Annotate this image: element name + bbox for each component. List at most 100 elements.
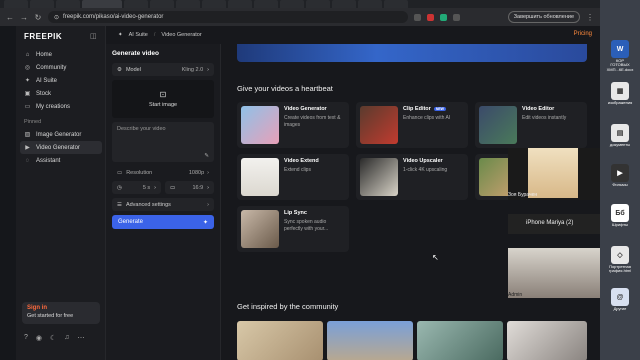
tool-card-clip-editor[interactable]: Clip Editor NEW Enhance clips with AI: [356, 102, 468, 148]
url-text: freepik.com/pikaso/ai-video-generator: [63, 14, 164, 20]
help-icon[interactable]: ?: [24, 334, 28, 342]
folder-icon: ▭: [24, 104, 31, 110]
participant-name: iPhone Mariya (2): [526, 220, 574, 226]
start-image-dropzone[interactable]: ⊡ Start image: [112, 80, 214, 118]
chevron-right-icon: ›: [207, 66, 209, 73]
participant-name: Admin: [508, 292, 523, 298]
sidebar-item-image-generator[interactable]: ▨ Image Generator: [20, 128, 102, 141]
notifications-icon[interactable]: ♫: [64, 334, 69, 342]
collapse-sidebar-icon[interactable]: ◫: [90, 32, 97, 40]
magic-wand-icon[interactable]: ✎: [204, 153, 209, 159]
resolution-selector[interactable]: ▭ Resolution 1080p ›: [112, 166, 214, 179]
generate-panel: Generate video ⚙ Model Kling 2.0 › ⊡ Sta…: [106, 44, 221, 360]
desktop-folder-icon[interactable]: ▶ Фильмы: [606, 164, 634, 187]
extension-icon[interactable]: [414, 13, 421, 21]
mouse-cursor-icon: ↖: [432, 253, 439, 262]
sidebar-item-assistant[interactable]: ◌ Assistant: [20, 154, 102, 167]
tool-card-video-generator[interactable]: Video Generator Create videos from text …: [237, 102, 349, 148]
more-icon[interactable]: ⋯: [78, 334, 85, 342]
sidebar-item-stock[interactable]: ▣ Stock: [20, 87, 102, 100]
breadcrumb-ai-suite[interactable]: AI Suite: [129, 32, 148, 38]
sparkle-icon: ✦: [24, 78, 31, 84]
pinned-heading: Pinned: [24, 119, 42, 125]
resolution-icon: ▭: [117, 169, 123, 176]
clock-icon: ◷: [117, 184, 122, 191]
desktop-file-icon[interactable]: W КОР ГОТОВЫХ ХМП...КЕ.docx: [606, 40, 634, 72]
theme-icon[interactable]: ☾: [50, 334, 56, 342]
advanced-settings[interactable]: ☰ Advanced settings ›: [112, 198, 214, 211]
participant-video: [528, 148, 578, 198]
call-tile-2[interactable]: iPhone Mariya (2): [508, 214, 600, 234]
address-bar[interactable]: ⊙ freepik.com/pikaso/ai-video-generator: [48, 11, 408, 23]
hero-banner: [237, 44, 587, 62]
extension-icon[interactable]: [440, 13, 447, 21]
desktop-folder-icon[interactable]: ▦ изображения: [606, 82, 634, 105]
generate-button[interactable]: Generate ✦: [112, 215, 214, 229]
chevron-right-icon: ›: [154, 184, 156, 191]
tool-card-video-editor[interactable]: Video Editor Edit videos instantly: [475, 102, 587, 148]
sidebar-item-video-generator[interactable]: ▶ Video Generator: [20, 141, 102, 154]
home-icon: ⌂: [25, 51, 30, 58]
breadcrumb-separator: /: [153, 32, 156, 38]
browser-tab-strip[interactable]: [0, 0, 600, 8]
forward-icon[interactable]: →: [20, 13, 28, 22]
main-content: Give your videos a heartbeat Video Gener…: [222, 44, 600, 360]
duration-selector[interactable]: ◷ 5 s ›: [112, 181, 161, 194]
community-image[interactable]: [417, 321, 503, 360]
aspect-icon: ▭: [170, 184, 176, 191]
chevron-right-icon: ›: [207, 184, 209, 191]
panel-title: Generate video: [112, 50, 159, 57]
pricing-link[interactable]: Pricing: [574, 31, 592, 37]
discord-icon[interactable]: ◉: [36, 334, 42, 342]
desktop-folder-icon[interactable]: Бб Шрифты: [606, 204, 634, 227]
aspect-ratio-selector[interactable]: ▭ 16:9 ›: [165, 181, 214, 194]
extension-icon[interactable]: [453, 13, 460, 21]
signin-subtitle: Get started for free: [27, 313, 74, 319]
sliders-icon: ☰: [117, 201, 122, 208]
description-input[interactable]: Describe your video ✎: [112, 122, 214, 162]
image-icon: ▣: [24, 91, 31, 97]
video-icon: ▶: [25, 145, 30, 151]
signin-link[interactable]: Sign in: [27, 305, 95, 311]
community-image[interactable]: [237, 321, 323, 360]
image-generator-icon: ▨: [24, 132, 31, 138]
participant-name: Зоя Бурачен: [508, 192, 538, 198]
site-info-icon[interactable]: ⊙: [54, 14, 59, 21]
call-tile-1[interactable]: Зоя Бурачен: [508, 148, 600, 200]
signin-card[interactable]: Sign in Get started for free: [22, 302, 100, 324]
tool-card-video-extend[interactable]: Video Extend Extend clips: [237, 154, 349, 200]
breadcrumb-video-generator[interactable]: Video Generator: [161, 32, 201, 38]
sidebar-item-my-creations[interactable]: ▭ My creations: [20, 100, 102, 113]
sidebar-item-home[interactable]: ⌂ Home: [20, 48, 102, 61]
tool-card-lip-sync[interactable]: Lip Sync Sync spoken audio perfectly wit…: [237, 206, 349, 252]
menu-icon[interactable]: ⋮: [586, 13, 594, 22]
duration-aspect-row: ◷ 5 s › ▭ 16:9 ›: [112, 181, 214, 194]
tool-thumbnail: [241, 210, 279, 248]
extension-icon[interactable]: [427, 13, 434, 21]
chevron-right-icon: ›: [207, 169, 209, 176]
model-icon: ⚙: [117, 66, 122, 73]
sidebar-bottom-icons: ? ◉ ☾ ♫ ⋯: [24, 334, 85, 342]
tool-card-video-upscaler[interactable]: Video Upscaler 1-click 4K upscaling: [356, 154, 468, 200]
call-tile-3[interactable]: Admin: [508, 248, 600, 298]
reload-icon[interactable]: ↻: [34, 13, 42, 22]
desktop-file-icon[interactable]: ◇ Портретная графия.html: [606, 246, 634, 274]
resolution-value: 1080p: [188, 169, 205, 176]
sparkle-icon: ✦: [118, 32, 123, 38]
sidebar-item-community[interactable]: ◎ Community: [20, 61, 102, 74]
tool-thumbnail: [360, 106, 398, 144]
upload-icon: ⊡: [159, 90, 167, 99]
update-browser-button[interactable]: Завершить обновление: [507, 11, 580, 23]
tool-thumbnail: [479, 106, 517, 144]
community-image[interactable]: [327, 321, 413, 360]
sidebar-nav: ⌂ Home ◎ Community ✦ AI Suite ▣ Stock ▭: [20, 48, 102, 167]
community-image[interactable]: [507, 321, 587, 360]
desktop-folder-icon[interactable]: ▤ документы: [606, 124, 634, 147]
desktop-sidebar: W КОР ГОТОВЫХ ХМП...КЕ.docx ▦ изображени…: [600, 0, 640, 360]
model-selector[interactable]: ⚙ Model Kling 2.0 ›: [112, 63, 214, 76]
sidebar-item-ai-suite[interactable]: ✦ AI Suite: [20, 74, 102, 87]
desktop-folder-icon[interactable]: @ Другие: [606, 288, 634, 311]
inspired-heading: Get inspired by the community: [237, 302, 339, 311]
freepik-logo[interactable]: FREEPIK: [24, 32, 62, 41]
back-icon[interactable]: ←: [6, 13, 14, 22]
